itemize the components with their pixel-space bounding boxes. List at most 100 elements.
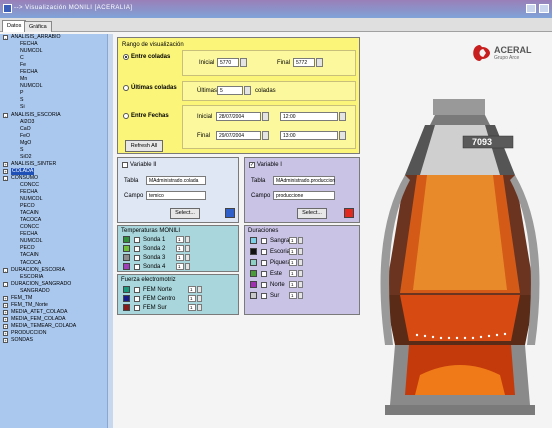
tree-item[interactable]: SANGRADO xyxy=(0,288,112,295)
app-icon[interactable] xyxy=(3,4,12,13)
sonda-spin[interactable] xyxy=(185,263,190,270)
tab-grafica[interactable]: Gráfica xyxy=(24,21,52,32)
tree-item[interactable]: + MEDIA_FEM_COLADA xyxy=(0,316,112,323)
variable-2-select-button[interactable]: Select... xyxy=(170,208,200,219)
fecha-final-field[interactable]: 29/07/2004 xyxy=(216,131,261,140)
fem-color-swatch[interactable] xyxy=(123,295,130,302)
tree-item[interactable]: + PRODUCCION xyxy=(0,330,112,337)
sonda-spin[interactable] xyxy=(185,236,190,243)
tree-item[interactable]: - DURACION_ESCORIA xyxy=(0,267,112,274)
tree-item[interactable]: + MEDIA_TEMEAR_COLADA xyxy=(0,323,112,330)
inicial-colada-spin[interactable] xyxy=(240,58,247,67)
tree-item[interactable]: FECHA xyxy=(0,189,112,196)
duracion-value-field[interactable]: 1 xyxy=(289,270,297,277)
sonda-checkbox[interactable] xyxy=(134,264,140,270)
duracion-spin[interactable] xyxy=(298,270,303,277)
variable-1-tabla-field[interactable]: MAdministrado.produccion xyxy=(273,176,335,185)
expand-icon[interactable]: + xyxy=(3,338,8,344)
tree-item[interactable]: FECHA xyxy=(0,69,112,76)
duracion-checkbox[interactable] xyxy=(261,271,267,277)
fecha-final-dropdown[interactable] xyxy=(262,131,269,140)
expand-icon[interactable]: + xyxy=(3,309,8,315)
duracion-color-swatch[interactable] xyxy=(250,237,257,244)
duracion-spin[interactable] xyxy=(298,292,303,299)
fecha-inicial-field[interactable]: 28/07/2004 xyxy=(216,112,261,121)
inicial-colada-field[interactable]: 5770 xyxy=(217,58,239,67)
sonda-checkbox[interactable] xyxy=(134,237,140,243)
tree-item[interactable]: SiO2 xyxy=(0,154,112,161)
sonda-color-swatch[interactable] xyxy=(123,254,130,261)
tab-datos[interactable]: Datos xyxy=(2,20,27,32)
collapse-icon[interactable]: - xyxy=(3,267,8,273)
variable-2-checkbox[interactable] xyxy=(122,162,128,168)
fem-value-field[interactable]: 1 xyxy=(188,286,196,293)
tree-item[interactable]: NUMCOL xyxy=(0,238,112,245)
fem-value-field[interactable]: 1 xyxy=(188,295,196,302)
expand-icon[interactable]: + xyxy=(3,323,8,329)
duracion-checkbox[interactable] xyxy=(261,293,267,299)
sonda-value-field[interactable]: 1 xyxy=(176,236,184,243)
sonda-color-swatch[interactable] xyxy=(123,245,130,252)
tree-item[interactable]: PECO xyxy=(0,245,112,252)
tree-item[interactable]: NUMCOL xyxy=(0,48,112,55)
tree-item[interactable]: FECHA xyxy=(0,231,112,238)
duracion-checkbox[interactable] xyxy=(261,249,267,255)
refresh-all-button[interactable]: Refresh All xyxy=(125,140,163,152)
tree-item[interactable]: FECHA xyxy=(0,41,112,48)
collapse-icon[interactable]: - xyxy=(3,281,8,287)
ultimas-coladas-radio[interactable] xyxy=(123,85,129,91)
sonda-checkbox[interactable] xyxy=(134,255,140,261)
tree-item[interactable]: MgO xyxy=(0,140,112,147)
tree-item[interactable]: + ANALISIS_SINTER xyxy=(0,161,112,168)
fem-color-swatch[interactable] xyxy=(123,304,130,311)
tree-item[interactable]: FeO xyxy=(0,133,112,140)
sonda-color-swatch[interactable] xyxy=(123,263,130,270)
tree-item[interactable]: Si xyxy=(0,104,112,111)
fem-spin[interactable] xyxy=(197,295,202,302)
tree-item[interactable]: CONCC xyxy=(0,182,112,189)
variable-2-campo-field[interactable]: temico xyxy=(146,191,206,200)
collapse-icon[interactable]: - xyxy=(3,35,8,40)
hora-final-field[interactable]: 13:00 xyxy=(280,131,338,140)
tree-item[interactable]: TACOCA xyxy=(0,260,112,267)
variable-2-color[interactable] xyxy=(225,208,235,218)
tree-item[interactable]: C xyxy=(0,55,112,62)
expand-icon[interactable]: + xyxy=(3,316,8,322)
expand-icon[interactable]: + xyxy=(3,168,8,174)
duracion-spin[interactable] xyxy=(298,259,303,266)
sonda-value-field[interactable]: 1 xyxy=(176,254,184,261)
duracion-value-field[interactable]: 1 xyxy=(289,248,297,255)
expand-icon[interactable]: + xyxy=(3,295,8,301)
tree-item[interactable]: S xyxy=(0,97,112,104)
tree-item[interactable]: Mn xyxy=(0,76,112,83)
expand-icon[interactable]: + xyxy=(3,161,8,167)
tree-item[interactable]: Al2O3 xyxy=(0,119,112,126)
duracion-color-swatch[interactable] xyxy=(250,248,257,255)
tree-item[interactable]: - DURACION_SANGRADO xyxy=(0,281,112,288)
fem-checkbox[interactable] xyxy=(134,296,140,302)
entre-fechas-radio[interactable] xyxy=(123,113,129,119)
tree-item[interactable]: NUMCOL xyxy=(0,196,112,203)
duracion-spin[interactable] xyxy=(298,281,303,288)
tree-item[interactable]: - CONSUMO xyxy=(0,175,112,182)
sonda-value-field[interactable]: 1 xyxy=(176,245,184,252)
duracion-checkbox[interactable] xyxy=(261,238,267,244)
tree-item[interactable]: + FEM_TM_Norte xyxy=(0,302,112,309)
tree-item[interactable]: + SONDAS xyxy=(0,337,112,344)
variable-1-select-button[interactable]: Select... xyxy=(297,208,327,219)
table-tree[interactable]: - ANALISIS_ARRABIO FECHA NUMCOL C Fe FECHA Mn NU… xyxy=(0,34,113,428)
duracion-spin[interactable] xyxy=(298,237,303,244)
tree-item[interactable]: TACAIN xyxy=(0,252,112,259)
tree-item[interactable]: CONCC xyxy=(0,224,112,231)
fem-value-field[interactable]: 1 xyxy=(188,304,196,311)
tree-item[interactable]: - ANALISIS_ESCORIA xyxy=(0,112,112,119)
sonda-value-field[interactable]: 1 xyxy=(176,263,184,270)
final-colada-field[interactable]: 5772 xyxy=(293,58,315,67)
tree-item[interactable]: TACAIN xyxy=(0,210,112,217)
tree-scrollbar[interactable] xyxy=(107,34,113,428)
ultimas-spin[interactable] xyxy=(244,86,251,95)
collapse-icon[interactable]: - xyxy=(3,112,8,118)
tree-item[interactable]: - ANALISIS_ARRABIO xyxy=(0,34,112,41)
tree-item[interactable]: NUMCOL xyxy=(0,83,112,90)
collapse-icon[interactable]: - xyxy=(3,175,8,181)
